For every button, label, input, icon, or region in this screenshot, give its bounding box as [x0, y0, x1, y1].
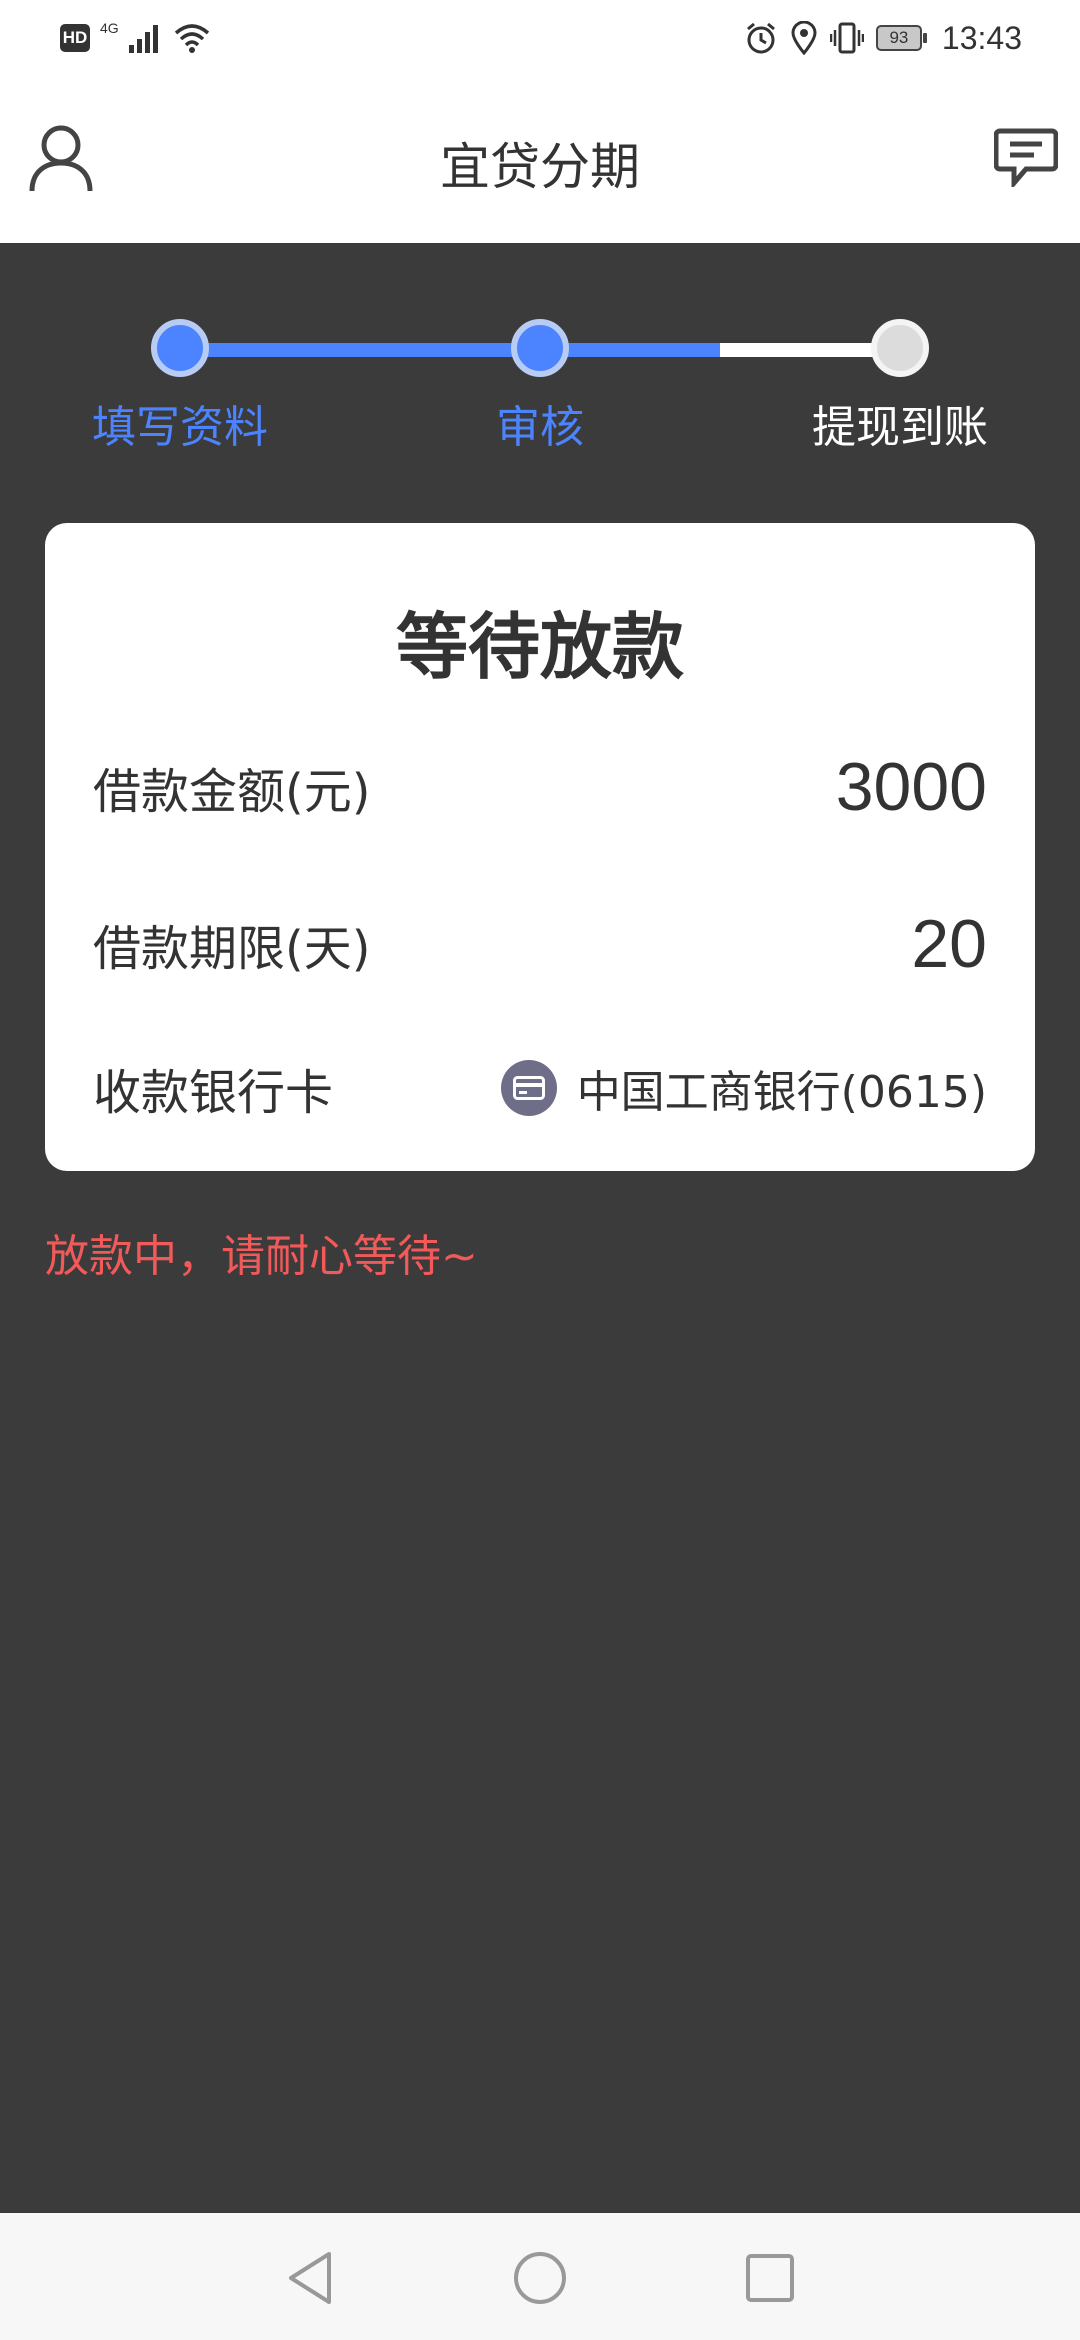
step-label-review: 审核 [496, 402, 584, 453]
loan-term-label: 借款期限(天) [93, 921, 371, 977]
status-time: 13:43 [941, 19, 1022, 56]
bank-card-info: 中国工商银行(0615) [500, 1056, 987, 1120]
loan-status-notice: 放款中，请耐心等待~ [45, 1231, 478, 1282]
vibrate-icon [829, 22, 864, 54]
bank-card-row: 收款银行卡 中国工商银行(0615) [93, 1053, 987, 1123]
loan-term-row: 借款期限(天) 20 [93, 905, 987, 983]
bank-card-label: 收款银行卡 [93, 1065, 334, 1121]
step-label-withdraw: 提现到账 [812, 402, 988, 453]
loan-amount-label: 借款金额(元) [93, 764, 371, 820]
page-title: 宜贷分期 [440, 138, 640, 196]
loan-status-card: 等待放款 借款金额(元) 3000 借款期限(天) 20 收款银行卡 中国工商银… [45, 523, 1035, 1171]
status-bar: HD 4G 93 13:43 [0, 0, 1080, 75]
message-icon[interactable] [994, 127, 1058, 187]
status-left: HD 4G [60, 18, 211, 58]
recents-square-icon [746, 2254, 794, 2302]
step-label-fill-info: 填写资料 [92, 402, 268, 453]
bank-card-value: 中国工商银行(0615) [576, 1067, 987, 1118]
home-circle-icon [514, 2252, 566, 2304]
alarm-icon [746, 22, 775, 54]
loan-amount-value: 3000 [835, 749, 987, 825]
back-triangle-icon [289, 2252, 331, 2304]
progress-steps: 填写资料 审核 提现到账 [0, 243, 1080, 473]
card-title: 等待放款 [395, 605, 684, 689]
nav-back-button[interactable] [275, 2243, 345, 2313]
step-dot-withdraw [871, 319, 929, 377]
hd-badge: HD [60, 24, 90, 52]
location-icon [791, 21, 817, 55]
status-right: 93 13:43 [744, 18, 1022, 58]
loan-term-value: 20 [911, 906, 987, 982]
signal-icon [128, 25, 158, 53]
system-nav-bar [0, 2213, 1080, 2340]
app-header: 宜贷分期 [0, 75, 1080, 243]
step-dot-fill-info [151, 319, 209, 377]
nav-home-button[interactable] [505, 2243, 575, 2313]
bank-card-icon [500, 1060, 557, 1116]
battery-indicator: 93 [875, 25, 927, 51]
nav-recents-button[interactable] [735, 2243, 805, 2313]
wifi-icon [174, 24, 209, 53]
progress-track-fill [178, 343, 720, 357]
step-dot-review [511, 319, 569, 377]
network-type: 4G [100, 20, 119, 36]
loan-amount-row: 借款金额(元) 3000 [93, 748, 987, 826]
